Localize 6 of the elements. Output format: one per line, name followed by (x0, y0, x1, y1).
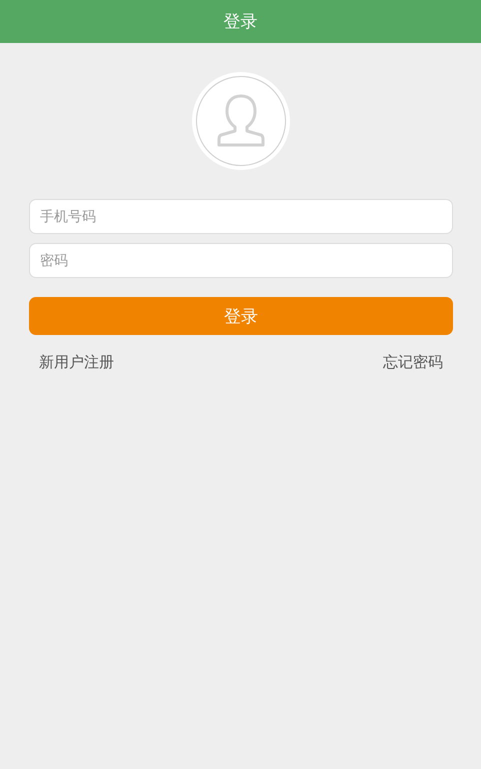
input-field[interactable]: 密码 (29, 243, 453, 278)
header-title: 登录 (224, 11, 258, 33)
forgot-password-link[interactable]: 忘记密码 (383, 353, 443, 372)
input-field[interactable]: 手机号码 (29, 199, 453, 234)
register-link[interactable]: 新用户注册 (39, 353, 114, 372)
user-avatar-icon (190, 71, 290, 171)
